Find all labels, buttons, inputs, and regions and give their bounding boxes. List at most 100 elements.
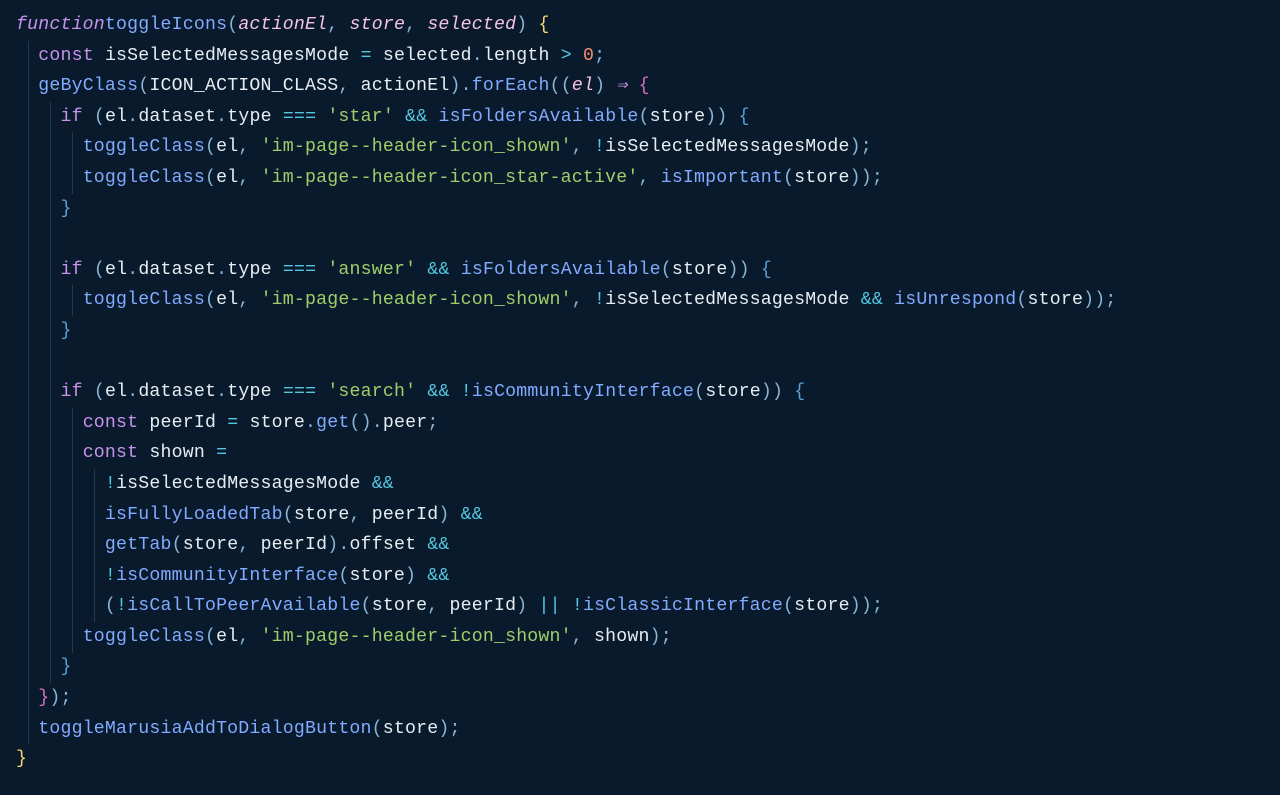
token-punct: ; [60,688,71,708]
token-fncall: toggleMarusiaAddToDialogButton [38,719,371,739]
token-fncall: isClassicInterface [583,596,783,616]
token-op: && [461,505,483,525]
token-id: store [650,107,706,127]
token-fncall: isCommunityInterface [472,382,694,402]
token-punct: ) [861,168,872,188]
token-punct: . [127,107,138,127]
token-punct: ( [639,107,650,127]
token-id: el [216,168,238,188]
token-punct: ( [783,596,794,616]
token-fncall: isFoldersAvailable [461,260,661,280]
token-id: selected [383,46,472,66]
token-punct: ; [861,137,872,157]
token-punct: , [238,137,249,157]
token-fncall: getTab [105,535,172,555]
token-punct: ) [361,413,372,433]
token-fncall: geByClass [38,76,138,96]
token-id: el [105,382,127,402]
token-punct: ) [1083,290,1094,310]
token-brace3: } [60,321,71,341]
token-punct: . [127,260,138,280]
token-punct: , [572,137,583,157]
token-kw: function [16,15,105,35]
token-param: selected [427,15,516,35]
token-punct: ) [716,107,727,127]
token-op: && [372,474,394,494]
token-punct: ; [450,719,461,739]
token-punct: . [216,260,227,280]
token-id: store [794,168,850,188]
token-punct: ) [650,627,661,647]
token-param: actionEl [238,15,327,35]
token-punct: , [405,15,416,35]
token-punct: ( [338,566,349,586]
token-punct: . [372,413,383,433]
token-op: === [283,382,316,402]
token-fncall: isImportant [661,168,783,188]
token-punct: ( [561,76,572,96]
token-punct: ) [705,107,716,127]
token-id: isSelectedMessagesMode [605,137,850,157]
token-punct: ) [405,566,416,586]
code-content: functiontoggleIcons ( actionEl, store, sel… [16,15,1116,769]
token-id: store [294,505,350,525]
token-brace2: { [639,76,650,96]
token-punct: ( [205,627,216,647]
token-punct: , [349,505,360,525]
token-punct: , [327,15,338,35]
token-punct: ( [94,382,105,402]
token-op: && [427,535,449,555]
token-punct: ; [594,46,605,66]
token-punct: ) [772,382,783,402]
token-str: 'im-page--header-icon_star-active' [261,168,639,188]
token-op: && [861,290,883,310]
token-punct: ( [205,168,216,188]
token-id: peerId [261,535,328,555]
code-editor[interactable]: functiontoggleIcons ( actionEl, store, sel… [0,0,1280,785]
token-op: ! [572,596,583,616]
token-id: el [105,107,127,127]
token-op: && [405,107,427,127]
token-fnname: toggleIcons [105,15,227,35]
token-fncall: forEach [472,76,550,96]
token-str: 'search' [327,382,416,402]
token-prop: dataset [138,107,216,127]
token-punct: ) [850,168,861,188]
token-punct: ( [94,107,105,127]
token-str: 'im-page--header-icon_shown' [261,627,572,647]
token-id: peerId [149,413,216,433]
token-arrow: ⇒ [616,76,627,96]
token-op: ! [116,596,127,616]
token-punct: ( [94,260,105,280]
token-punct: ; [427,413,438,433]
token-brace3: { [739,107,750,127]
token-id: store [383,719,439,739]
token-str: 'answer' [327,260,416,280]
token-id: peerId [450,596,517,616]
token-punct: , [238,535,249,555]
token-op: = [227,413,238,433]
token-op: ! [594,290,605,310]
token-punct: . [127,382,138,402]
token-punct: ( [283,505,294,525]
token-id: el [216,290,238,310]
token-id: isSelectedMessagesMode [105,46,350,66]
token-punct: ( [661,260,672,280]
token-punct: ( [172,535,183,555]
token-kw2: const [38,46,94,66]
token-brace3: } [60,657,71,677]
token-punct: ) [594,76,605,96]
token-punct: ( [694,382,705,402]
token-prop: length [483,46,550,66]
token-prop: type [227,107,271,127]
token-punct: ) [1094,290,1105,310]
token-punct: ( [138,76,149,96]
token-kw2: const [83,443,139,463]
token-punct: ; [1105,290,1116,310]
token-fncall: toggleClass [83,137,205,157]
token-punct: ; [872,168,883,188]
token-punct: , [427,596,438,616]
token-kw2: if [60,107,82,127]
token-id: store [249,413,305,433]
token-op: && [427,566,449,586]
